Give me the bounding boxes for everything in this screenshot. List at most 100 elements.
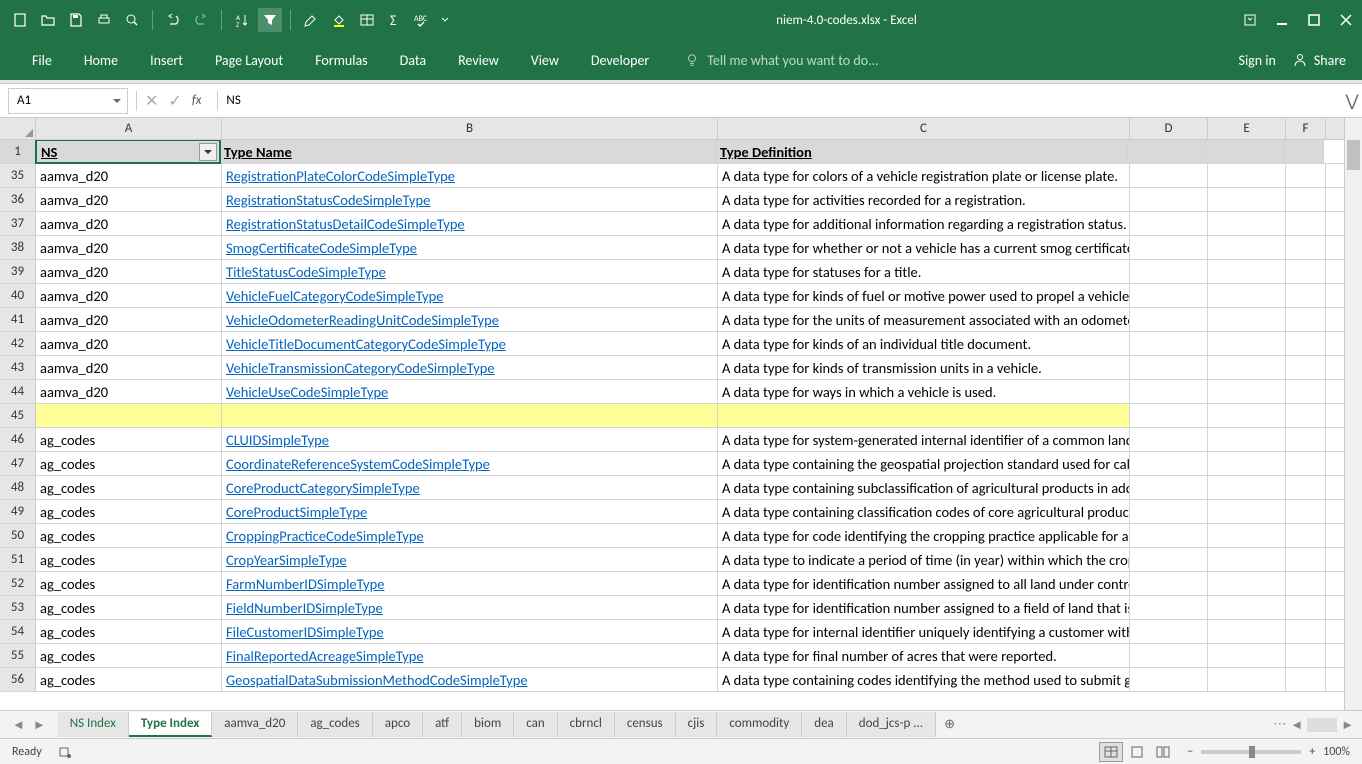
row-header[interactable]: 56 bbox=[0, 668, 36, 691]
cell[interactable] bbox=[1208, 500, 1286, 523]
macro-record-icon[interactable] bbox=[58, 745, 72, 759]
brush-icon[interactable] bbox=[299, 8, 323, 32]
cell-type-name[interactable]: VehicleTransmissionCategoryCodeSimpleTyp… bbox=[222, 356, 718, 379]
type-name-link[interactable]: VehicleTitleDocumentCategoryCodeSimpleTy… bbox=[226, 335, 506, 353]
cell[interactable] bbox=[1286, 476, 1326, 499]
type-name-link[interactable]: FieldNumberIDSimpleType bbox=[226, 599, 383, 617]
spellcheck-icon[interactable]: ABC bbox=[411, 8, 435, 32]
col-header-a[interactable]: A bbox=[36, 118, 222, 139]
type-name-link[interactable]: CroppingPracticeCodeSimpleType bbox=[226, 527, 424, 545]
print-preview-icon[interactable] bbox=[120, 8, 144, 32]
cell[interactable] bbox=[1208, 308, 1286, 331]
tab-review[interactable]: Review bbox=[442, 44, 515, 77]
qat-customize-icon[interactable] bbox=[439, 8, 451, 32]
cell[interactable] bbox=[1286, 284, 1326, 307]
ribbon-options-icon[interactable] bbox=[1242, 12, 1258, 28]
cell-type-def[interactable] bbox=[718, 404, 1130, 427]
cell-c1[interactable]: Type Definition bbox=[716, 140, 1128, 163]
name-box[interactable]: A1 bbox=[8, 88, 128, 114]
cell[interactable] bbox=[1130, 596, 1208, 619]
cell[interactable] bbox=[1286, 308, 1326, 331]
cell[interactable] bbox=[1130, 476, 1208, 499]
cell-ns[interactable]: aamva_d20 bbox=[36, 236, 222, 259]
cell[interactable] bbox=[1206, 140, 1284, 163]
cell[interactable] bbox=[1130, 332, 1208, 355]
cell-ns[interactable]: aamva_d20 bbox=[36, 356, 222, 379]
row-header[interactable]: 40 bbox=[0, 284, 36, 307]
sheet-tab[interactable]: census bbox=[615, 712, 676, 737]
cell-ns[interactable]: aamva_d20 bbox=[36, 308, 222, 331]
cell[interactable] bbox=[1130, 668, 1208, 691]
tab-insert[interactable]: Insert bbox=[134, 44, 199, 77]
type-name-link[interactable]: VehicleTransmissionCategoryCodeSimpleTyp… bbox=[226, 359, 495, 377]
cell-type-name[interactable] bbox=[222, 404, 718, 427]
cell[interactable] bbox=[1130, 188, 1208, 211]
sheet-nav-prev-icon[interactable]: ◄ bbox=[12, 717, 25, 733]
cell-type-name[interactable]: FinalReportedAcreageSimpleType bbox=[222, 644, 718, 667]
page-layout-view-icon[interactable] bbox=[1125, 742, 1149, 762]
sheet-more-icon[interactable]: ⋯ bbox=[1273, 717, 1286, 732]
cell-type-name[interactable]: TitleStatusCodeSimpleType bbox=[222, 260, 718, 283]
row-header[interactable]: 41 bbox=[0, 308, 36, 331]
cell-type-name[interactable]: SmogCertificateCodeSimpleType bbox=[222, 236, 718, 259]
cell[interactable] bbox=[1208, 620, 1286, 643]
cell[interactable] bbox=[1208, 212, 1286, 235]
cell[interactable] bbox=[1286, 404, 1326, 427]
cell-type-name[interactable]: VehicleUseCodeSimpleType bbox=[222, 380, 718, 403]
cell-ns[interactable]: ag_codes bbox=[36, 620, 222, 643]
row-header[interactable]: 43 bbox=[0, 356, 36, 379]
cell[interactable] bbox=[1130, 164, 1208, 187]
cell[interactable] bbox=[1286, 548, 1326, 571]
tab-home[interactable]: Home bbox=[68, 44, 134, 77]
cell[interactable] bbox=[1208, 380, 1286, 403]
type-name-link[interactable]: VehicleUseCodeSimpleType bbox=[226, 383, 388, 401]
cell-type-name[interactable]: VehicleFuelCategoryCodeSimpleType bbox=[222, 284, 718, 307]
cell-type-def[interactable]: A data type for internal identifier uniq… bbox=[718, 620, 1130, 643]
cell-type-def[interactable]: A data type to indicate a period of time… bbox=[718, 548, 1130, 571]
type-name-link[interactable]: CoreProductSimpleType bbox=[226, 503, 367, 521]
vertical-scrollbar[interactable] bbox=[1344, 118, 1362, 710]
cell[interactable] bbox=[1208, 476, 1286, 499]
cell-type-def[interactable]: A data type for identification number as… bbox=[718, 572, 1130, 595]
filter-icon[interactable] bbox=[258, 8, 282, 32]
sheet-tab[interactable]: apco bbox=[373, 712, 423, 737]
cell[interactable] bbox=[1208, 644, 1286, 667]
sheet-tab[interactable]: biom bbox=[462, 712, 514, 737]
row-header[interactable]: 47 bbox=[0, 452, 36, 475]
cell[interactable] bbox=[1208, 188, 1286, 211]
cell[interactable] bbox=[1286, 620, 1326, 643]
close-icon[interactable] bbox=[1338, 12, 1354, 28]
cell-type-name[interactable]: CoreProductSimpleType bbox=[222, 500, 718, 523]
cell-type-def[interactable]: A data type for whether or not a vehicle… bbox=[718, 236, 1130, 259]
cell-type-name[interactable]: RegistrationStatusDetailCodeSimpleType bbox=[222, 212, 718, 235]
cell-type-def[interactable]: A data type containing subclassification… bbox=[718, 476, 1130, 499]
cell[interactable] bbox=[1130, 380, 1208, 403]
type-name-link[interactable]: RegistrationStatusCodeSimpleType bbox=[226, 191, 430, 209]
cell[interactable] bbox=[1130, 260, 1208, 283]
cell[interactable] bbox=[1286, 332, 1326, 355]
normal-view-icon[interactable] bbox=[1099, 742, 1123, 762]
cell-type-def[interactable]: A data type containing classification co… bbox=[718, 500, 1130, 523]
row-header[interactable]: 1 bbox=[0, 140, 36, 163]
cell[interactable] bbox=[1284, 140, 1324, 163]
cell-type-name[interactable]: CoordinateReferenceSystemCodeSimpleType bbox=[222, 452, 718, 475]
select-all-corner[interactable] bbox=[0, 118, 36, 139]
cell-type-def[interactable]: A data type for additional information r… bbox=[718, 212, 1130, 235]
cell[interactable] bbox=[1130, 644, 1208, 667]
cell[interactable] bbox=[1286, 428, 1326, 451]
sheet-tab[interactable]: aamva_d20 bbox=[212, 712, 298, 737]
row-header[interactable]: 38 bbox=[0, 236, 36, 259]
cell-ns[interactable]: ag_codes bbox=[36, 572, 222, 595]
type-name-link[interactable]: SmogCertificateCodeSimpleType bbox=[226, 239, 417, 257]
tab-view[interactable]: View bbox=[515, 44, 575, 77]
cell[interactable] bbox=[1208, 524, 1286, 547]
type-name-link[interactable]: FarmNumberIDSimpleType bbox=[226, 575, 384, 593]
cell-type-def[interactable]: A data type for colors of a vehicle regi… bbox=[718, 164, 1130, 187]
row-header[interactable]: 52 bbox=[0, 572, 36, 595]
row-header[interactable]: 36 bbox=[0, 188, 36, 211]
cell[interactable] bbox=[1286, 188, 1326, 211]
cell-a1[interactable]: NS bbox=[35, 140, 221, 164]
minimize-icon[interactable] bbox=[1274, 12, 1290, 28]
col-header-c[interactable]: C bbox=[718, 118, 1130, 139]
cell-type-def[interactable]: A data type for activities recorded for … bbox=[718, 188, 1130, 211]
